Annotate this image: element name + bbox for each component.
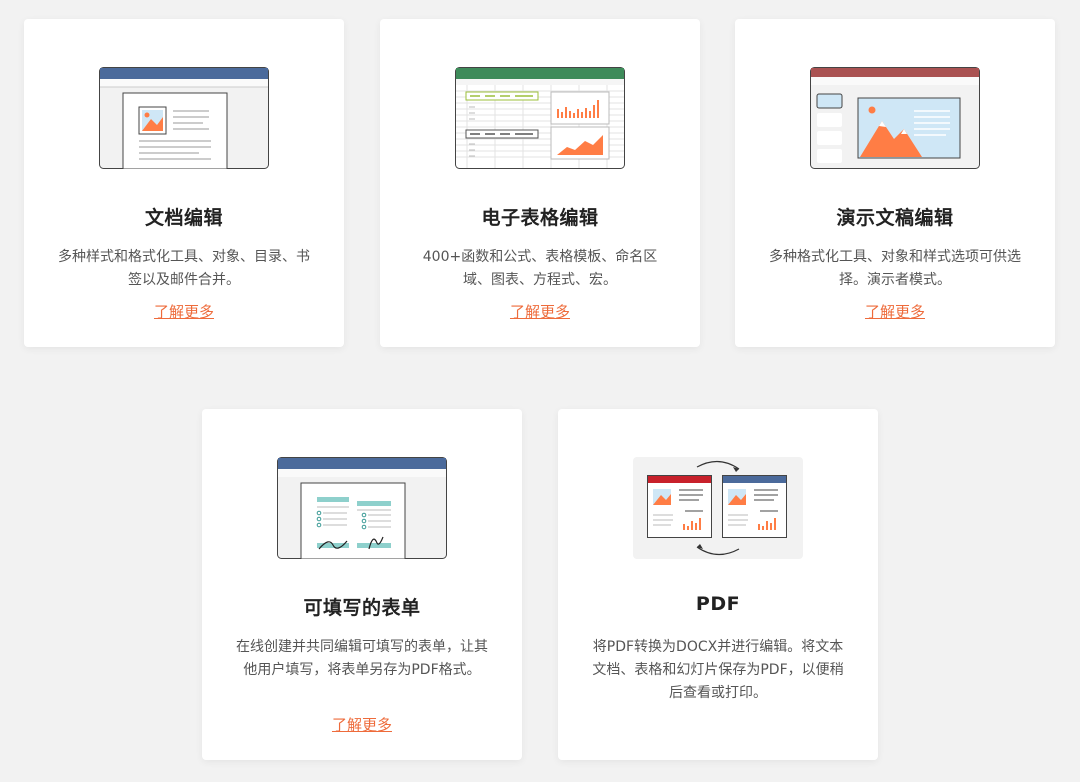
document-editor-icon xyxy=(99,67,269,169)
card-description: 将PDF转换为DOCX并进行编辑。将文本文档、表格和幻灯片保存为PDF，以便稍后… xyxy=(592,639,844,701)
card-title: 文档编辑 xyxy=(144,207,223,229)
fillable-form-icon xyxy=(277,457,447,559)
card-description: 多种样式和格式化工具、对象、目录、书签以及邮件合并。 xyxy=(58,249,310,288)
card-title: 电子表格编辑 xyxy=(481,207,599,229)
card-title: PDF xyxy=(695,593,741,615)
learn-more-link[interactable]: 了解更多 xyxy=(24,301,344,322)
card-presentation-editing: 演示文稿编辑 多种格式化工具、对象和样式选项可供选择。演示者模式。 了解更多 xyxy=(735,19,1055,347)
card-description: 在线创建并共同编辑可填写的表单，让其他用户填写，将表单另存为PDF格式。 xyxy=(236,639,488,678)
presentation-editor-icon xyxy=(810,67,980,169)
learn-more-link[interactable]: 了解更多 xyxy=(202,714,522,735)
card-pdf: PDF 将PDF转换为DOCX并进行编辑。将文本文档、表格和幻灯片保存为PDF，… xyxy=(558,409,878,760)
card-spreadsheet-editing: 电子表格编辑 400+函数和公式、表格模板、命名区域、图表、方程式、宏。 了解更… xyxy=(380,19,700,347)
card-document-editing: 文档编辑 多种样式和格式化工具、对象、目录、书签以及邮件合并。 了解更多 xyxy=(24,19,344,347)
card-description: 400+函数和公式、表格模板、命名区域、图表、方程式、宏。 xyxy=(422,249,658,288)
card-fillable-forms: 可填写的表单 在线创建并共同编辑可填写的表单，让其他用户填写，将表单另存为PDF… xyxy=(202,409,522,760)
card-description: 多种格式化工具、对象和样式选项可供选择。演示者模式。 xyxy=(769,249,1021,288)
learn-more-link[interactable]: 了解更多 xyxy=(735,301,1055,322)
card-title: 可填写的表单 xyxy=(303,597,421,619)
pdf-convert-icon xyxy=(633,457,803,559)
learn-more-link[interactable]: 了解更多 xyxy=(380,301,700,322)
spreadsheet-editor-icon xyxy=(455,67,625,169)
card-title: 演示文稿编辑 xyxy=(836,207,954,229)
